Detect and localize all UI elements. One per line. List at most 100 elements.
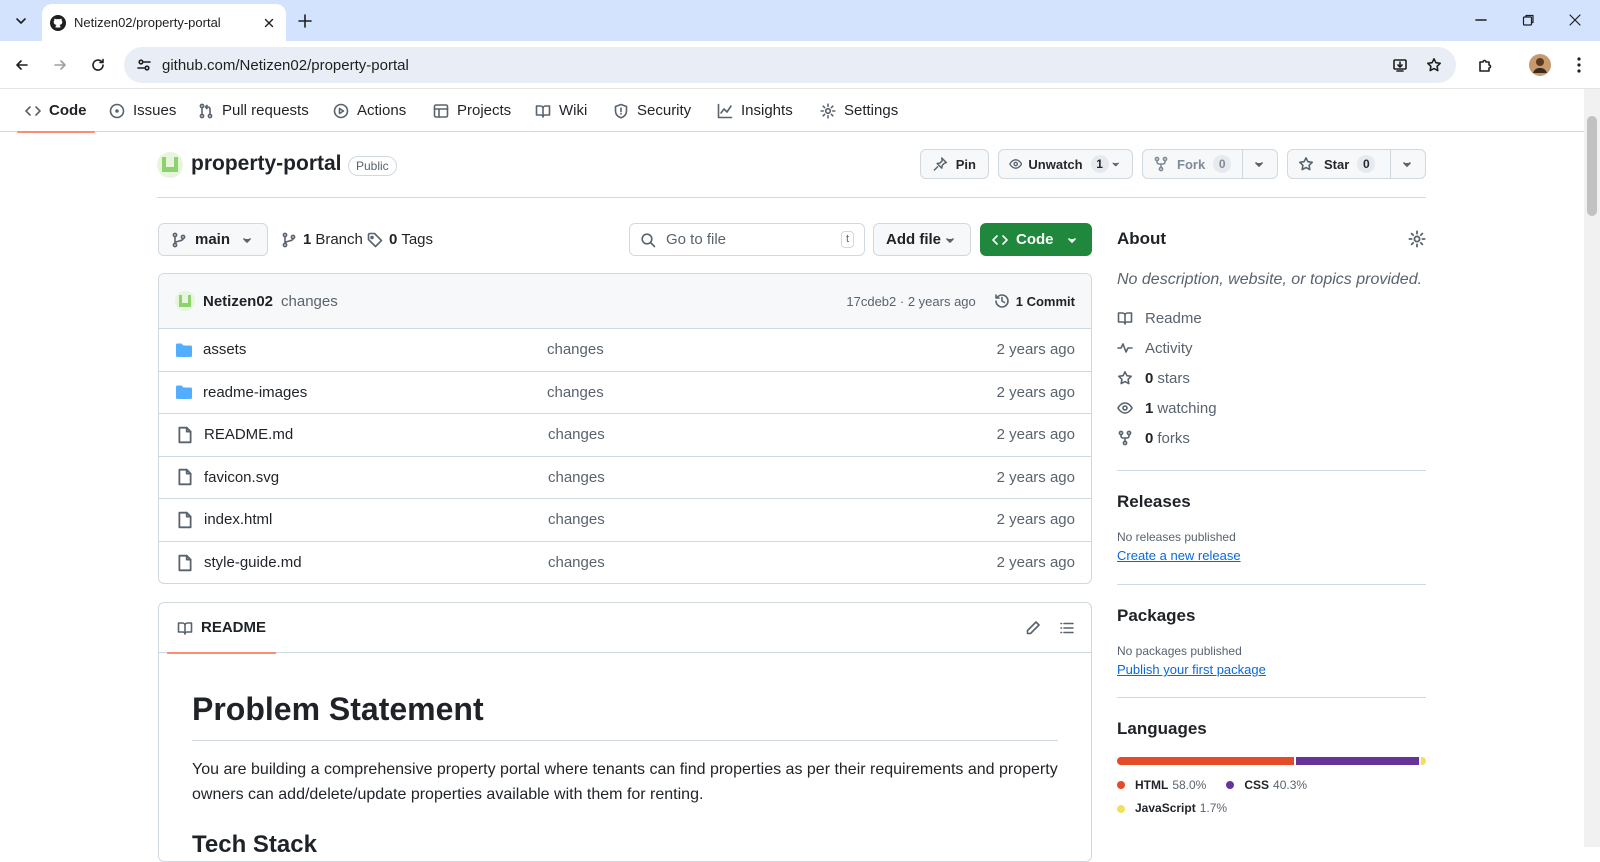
publish-package-link[interactable]: Publish your first package [1117, 662, 1426, 677]
file-name[interactable]: README.md [204, 426, 548, 443]
tab-security[interactable]: Security [605, 89, 699, 132]
fork-button[interactable]: Fork 0 [1142, 149, 1278, 179]
star-label: Star [1324, 156, 1350, 172]
shield-icon [614, 103, 628, 119]
file-name[interactable]: favicon.svg [204, 469, 548, 486]
file-row[interactable]: index.html changes 2 years ago [159, 499, 1091, 542]
file-name[interactable]: style-guide.md [204, 554, 548, 571]
unwatch-button[interactable]: Unwatch 1 [998, 149, 1133, 179]
sidebar-divider [1117, 584, 1426, 585]
identicon-icon [179, 295, 191, 307]
restore-button[interactable] [1508, 6, 1548, 34]
forward-button[interactable] [46, 51, 74, 79]
shortcut-hint: t [840, 231, 854, 248]
owner-avatar[interactable] [157, 152, 183, 178]
bookmark-star-icon[interactable] [1426, 57, 1442, 73]
create-release-link[interactable]: Create a new release [1117, 548, 1426, 563]
file-commit-message[interactable]: changes [548, 469, 997, 486]
browser-tab-strip: Netizen02/property-portal [0, 0, 1600, 41]
minimize-button[interactable] [1461, 6, 1501, 34]
page-scrollbar[interactable] [1584, 89, 1600, 847]
code-button-label: Code [1016, 231, 1054, 248]
about-watching-link[interactable]: 1 watching [1117, 393, 1426, 423]
add-file-button[interactable]: Add file [873, 223, 971, 256]
language-item[interactable]: HTML 58.0% [1117, 774, 1206, 797]
caret-down-icon[interactable] [1251, 156, 1267, 172]
tab-insights[interactable]: Insights [709, 89, 801, 132]
close-icon[interactable] [262, 16, 276, 30]
about-activity-link[interactable]: Activity [1117, 333, 1426, 363]
branch-selector[interactable]: main [158, 223, 268, 256]
profile-avatar[interactable] [1526, 51, 1554, 79]
commits-link[interactable]: 1 Commit [994, 293, 1075, 309]
file-commit-message[interactable]: changes [548, 426, 997, 443]
file-commit-message[interactable]: changes [547, 341, 997, 358]
tab-actions[interactable]: Actions [325, 89, 414, 132]
packages-title[interactable]: Packages [1117, 606, 1426, 626]
watch-counter: 1 [1090, 155, 1109, 173]
list-icon[interactable] [1059, 620, 1075, 636]
browser-menu-button[interactable] [1565, 51, 1593, 79]
pencil-icon[interactable] [1025, 620, 1041, 636]
file-name[interactable]: assets [203, 341, 547, 358]
star-button[interactable]: Star 0 [1287, 149, 1426, 179]
file-row[interactable]: README.md changes 2 years ago [159, 414, 1091, 457]
language-item[interactable]: JavaScript 1.7% [1117, 797, 1227, 820]
tab-pull-requests[interactable]: Pull requests [190, 89, 317, 132]
file-age: 2 years ago [996, 554, 1075, 572]
tab-settings[interactable]: Settings [812, 89, 906, 132]
window-close-button[interactable] [1555, 6, 1595, 34]
branches-link[interactable]: 1 Branch [281, 223, 363, 256]
install-app-icon[interactable] [1392, 57, 1408, 73]
go-to-file-input[interactable]: Go to file t [629, 223, 865, 256]
file-commit-message[interactable]: changes [548, 511, 997, 528]
about-stars-link[interactable]: 0 stars [1117, 363, 1426, 393]
caret-down-icon[interactable] [1399, 156, 1415, 172]
tab-issues[interactable]: Issues [101, 89, 184, 132]
packages-empty-text: No packages published [1117, 644, 1242, 658]
file-commit-message[interactable]: changes [547, 384, 997, 401]
browser-tab[interactable]: Netizen02/property-portal [42, 4, 286, 41]
reload-button[interactable] [84, 51, 112, 79]
releases-title[interactable]: Releases [1117, 492, 1426, 512]
extensions-button[interactable] [1471, 51, 1499, 79]
file-commit-message[interactable]: changes [548, 554, 997, 571]
star-icon [1299, 157, 1313, 171]
readme-tab[interactable]: README [166, 603, 277, 654]
repo-name[interactable]: property-portal [191, 152, 342, 176]
tab-wiki[interactable]: Wiki [527, 89, 595, 132]
about-stars-count: 0 [1145, 369, 1154, 387]
table-icon [433, 103, 449, 118]
file-name[interactable]: index.html [204, 511, 548, 528]
language-color-dot [1117, 781, 1125, 789]
file-row[interactable]: style-guide.md changes 2 years ago [159, 542, 1091, 584]
about-forks-link[interactable]: 0 forks [1117, 423, 1426, 453]
tab-code[interactable]: Code [17, 89, 95, 133]
file-row[interactable]: readme-images changes 2 years ago [159, 372, 1091, 414]
about-readme-link[interactable]: Readme [1117, 303, 1426, 333]
file-row[interactable]: favicon.svg changes 2 years ago [159, 457, 1091, 499]
pin-button[interactable]: Pin [920, 149, 989, 179]
file-name[interactable]: readme-images [203, 384, 547, 401]
back-button[interactable] [8, 51, 36, 79]
sidebar-divider [1117, 470, 1426, 471]
file-row[interactable]: assets changes 2 years ago [159, 329, 1091, 372]
gear-icon[interactable] [1408, 230, 1426, 248]
folder-icon [176, 385, 192, 400]
tab-search-button[interactable] [8, 8, 34, 34]
readme-subheading: Tech Stack [192, 831, 317, 858]
address-bar[interactable]: github.com/Netizen02/property-portal [124, 47, 1456, 83]
code-button[interactable]: Code [980, 223, 1092, 256]
author-avatar[interactable] [175, 291, 195, 311]
scrollbar-thumb[interactable] [1587, 116, 1597, 216]
tab-wiki-label: Wiki [559, 102, 588, 119]
chevron-down-icon [16, 18, 26, 24]
tab-projects[interactable]: Projects [425, 89, 519, 132]
commit-hash-time[interactable]: 17cdeb2 · 2 years ago [846, 294, 975, 309]
tags-link[interactable]: 0 Tags [367, 223, 433, 256]
commit-message[interactable]: changes [281, 293, 338, 310]
new-tab-button[interactable] [293, 9, 317, 33]
commit-author[interactable]: Netizen02 [203, 293, 273, 310]
language-item[interactable]: CSS 40.3% [1226, 774, 1307, 797]
site-info-icon[interactable] [136, 57, 152, 73]
